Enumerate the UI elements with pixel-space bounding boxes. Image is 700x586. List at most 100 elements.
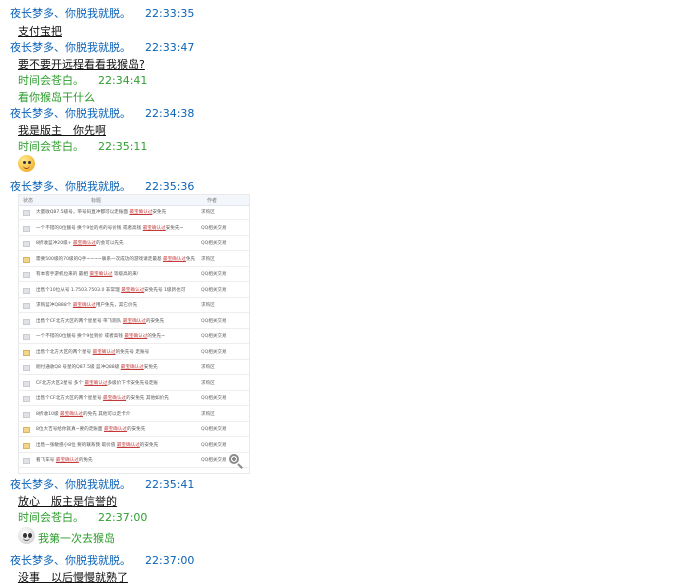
sender-name: 时间会苍白。 xyxy=(18,511,84,524)
smile-emoji-icon xyxy=(18,155,35,172)
row-author: 求购区 xyxy=(201,256,215,262)
sender-name: 夜长梦多、你脱我就脱。 xyxy=(10,478,131,491)
forum-row[interactable]: 一个不错的0位靓号 换个9位的点的号价钱 或者高钱 最宝确认过安免先~ QQ相关交… xyxy=(19,222,249,236)
forum-row[interactable]: CF北方大区2星号 多个 最宝确认过多级价下卡安免先号走账 求购区 xyxy=(19,377,249,391)
timestamp: 22:37:00 xyxy=(145,554,195,567)
row-title-link[interactable]: 最宝确认过 xyxy=(56,458,79,463)
row-title[interactable]: 有本客手游机位来的 最相 最宝确认过 等级高的来! xyxy=(36,271,196,277)
row-title-text: 的免先~ xyxy=(147,334,165,339)
row-status-icon xyxy=(23,287,30,294)
forum-row[interactable]: 8折收10级 最宝确认过的免先 其他可以走卡介 求购区 xyxy=(19,408,249,422)
row-author: QQ相关交易 xyxy=(201,458,227,463)
forum-row[interactable]: 8折收蓝冲20级+ 最宝确认过的会可以先先 QQ相关交易 xyxy=(19,237,249,251)
row-title[interactable]: 出售个CF北方大区的两个星星号 带飞跑队 最宝确认过的安免先 xyxy=(36,318,196,324)
row-status-icon xyxy=(23,272,30,278)
row-title[interactable]: 求购蓝冲Q888个 最宝确认过用户免先，其它价先 xyxy=(36,302,196,308)
row-title[interactable]: 8折收蓝冲20级+ 最宝确认过的会可以先先 xyxy=(36,240,196,246)
row-status-icon xyxy=(23,349,30,356)
row-status-icon xyxy=(23,458,30,464)
row-title-link[interactable]: 最宝确认过 xyxy=(84,381,107,386)
row-author: QQ相关交易 xyxy=(201,427,227,432)
forum-row[interactable]: 8位大吉号给你就真~要的走账面 最宝确认过的安免先 QQ相关交易 xyxy=(19,423,249,437)
timestamp: 22:35:41 xyxy=(145,478,195,491)
row-title[interactable]: 出售一张敏感小8位 要的联系我 取价值 最宝确认过的安免先 xyxy=(36,442,196,448)
row-status-icon xyxy=(23,396,30,402)
row-title-link[interactable]: 最宝确认过 xyxy=(60,412,83,417)
row-title-link[interactable]: 最宝确认过 xyxy=(93,350,116,355)
forum-row[interactable]: 出售个10位从号 1.7503.7503.0 非常理 最宝确认过安免先号 1级新… xyxy=(19,284,249,298)
row-author: QQ相关交易 xyxy=(201,318,227,324)
row-status-icon xyxy=(23,225,30,232)
forum-row[interactable]: 有本客手游机位来的 最相 最宝确认过 等级高的来! QQ相关交易 xyxy=(19,268,249,282)
row-title-link[interactable]: 最宝确认过 xyxy=(123,319,146,324)
message-header: 时间会苍白。 22:34:41 xyxy=(18,72,147,88)
row-title-text: 用户免先，其它价先 xyxy=(95,303,138,308)
row-status-icon xyxy=(23,334,30,340)
sender-name: 夜长梦多、你脱我就脱。 xyxy=(10,107,131,120)
row-status-icon xyxy=(23,427,30,433)
forum-row[interactable]: 刚付通收Q8 号星的Q87.5级 蓝冲Q88级 最宝确认过安免先 求购区 xyxy=(19,361,249,375)
message-header: 时间会苍白。 22:37:00 xyxy=(18,509,147,525)
row-title-link[interactable]: 最宝确认过 xyxy=(104,427,127,432)
row-title[interactable]: 一个不错的0位靓号 换个9位的点的号价钱 或者高钱 最宝确认过安免先~ xyxy=(36,225,196,231)
forum-row[interactable]: 出售个CF北方大区的两个星星号 最宝确认过的安免先 其他如价先 QQ相关交易 xyxy=(19,392,249,406)
message-header: 夜长梦多、你脱我就脱。 22:35:41 xyxy=(10,476,194,492)
message-header: 夜长梦多、你脱我就脱。 22:33:47 xyxy=(10,39,194,55)
row-title-link[interactable]: 最宝确认过 xyxy=(129,210,152,215)
row-title-text: 的安免先 xyxy=(145,318,165,324)
forum-row[interactable]: 出售个北方大区的两个星号 最宝确认过的免先号 走账号 QQ相关交易 xyxy=(19,346,249,360)
timestamp: 22:37:00 xyxy=(98,511,148,524)
message-header: 夜长梦多、你脱我就脱。 22:33:35 xyxy=(10,5,194,21)
row-title[interactable]: 出售个CF北方大区的两个星星号 最宝确认过的安免先 其他如价先 xyxy=(36,395,196,401)
sender-name: 夜长梦多、你脱我就脱。 xyxy=(10,554,131,567)
message-header: 时间会苍白。 22:35:11 xyxy=(18,138,147,154)
row-title-link[interactable]: 最宝确认过 xyxy=(163,257,186,262)
message-text: 我是版主 你先啊 xyxy=(18,124,106,137)
row-title-text: 一个不错的0位靓号 换个9位的点的号价钱 或者高钱 xyxy=(36,225,143,231)
row-title[interactable]: 大量收Q87.5级号，带号码直冲都可以走账面 最宝确认过安免先 xyxy=(36,209,196,215)
row-title[interactable]: 看飞车号 最宝确认过的免先 xyxy=(36,457,196,463)
message-text: 看你猴岛干什么 xyxy=(18,91,95,104)
row-title[interactable]: 出售个北方大区的两个星号 最宝确认过的免先号 走账号 xyxy=(36,349,196,355)
row-status-icon xyxy=(23,380,30,387)
forum-row[interactable]: 大量收Q87.5级号，带号码直冲都可以走账面 最宝确认过安免先 求购区 xyxy=(19,206,249,220)
forum-row[interactable]: 一个不错的0位靓号 换个9位到价 或者高钱 最宝确认过的免先~ QQ相关交易 xyxy=(19,330,249,344)
column-author: 作者 xyxy=(207,198,218,204)
row-author: 求购区 xyxy=(201,365,215,370)
row-title-text: 的免先 其他可以走卡介 xyxy=(83,411,131,417)
forum-row[interactable]: 需要500级的70级的Q手~~~~联系一次成功的游戏请走最基 最宝确认过免先 求购… xyxy=(19,253,249,267)
row-title[interactable]: 出售个10位从号 1.7503.7503.0 非常理 最宝确认过安免先号 1级新… xyxy=(36,287,196,293)
row-title-text: 一个不错的0位靓号 换个9位到价 或者高钱 xyxy=(36,334,125,339)
row-title-link[interactable]: 最宝确认过 xyxy=(117,443,140,448)
row-title-text: 多级价下卡安免先号走账 xyxy=(107,380,158,386)
row-author: QQ相关交易 xyxy=(201,287,227,293)
row-title-link[interactable]: 最宝确认过 xyxy=(73,241,96,246)
row-title-link[interactable]: 最宝确认过 xyxy=(143,226,166,231)
row-title-text: 安免先~ xyxy=(165,225,184,231)
row-title[interactable]: 8位大吉号给你就真~要的走账面 最宝确认过的安免先 xyxy=(36,426,196,432)
forum-row[interactable]: 出售个CF北方大区的两个星星号 带飞跑队 最宝确认过的安免先 QQ相关交易 xyxy=(19,315,249,329)
row-title-link[interactable]: 最宝确认过 xyxy=(73,303,96,308)
row-title[interactable]: 8折收10级 最宝确认过的免先 其他可以走卡介 xyxy=(36,411,196,417)
row-title[interactable]: 刚付通收Q8 号星的Q87.5级 蓝冲Q88级 最宝确认过安免先 xyxy=(36,364,196,370)
row-title-link[interactable]: 最宝确认过 xyxy=(121,365,144,370)
row-title-text: 大量收Q87.5级号，带号码直冲都可以走账面 xyxy=(36,210,130,215)
forum-row[interactable]: 求购蓝冲Q888个 最宝确认过用户免先，其它价先 求购区 xyxy=(19,299,249,313)
row-title-link[interactable]: 最宝确认过 xyxy=(124,334,147,339)
row-title-link[interactable]: 最宝确认过 xyxy=(89,272,112,277)
row-title-text: 出售个北方大区的两个星号 xyxy=(36,349,93,355)
row-title[interactable]: 需要500级的70级的Q手~~~~联系一次成功的游戏请走最基 最宝确认过免先 xyxy=(36,256,196,262)
forum-row[interactable]: 看飞车号 最宝确认过的免先 QQ相关交易 xyxy=(19,454,249,468)
row-status-icon xyxy=(23,303,30,309)
zoom-in-icon[interactable] xyxy=(229,454,243,469)
message-header: 夜长梦多、你脱我就脱。 22:37:00 xyxy=(10,552,194,568)
row-status-icon xyxy=(23,365,30,371)
row-title-link[interactable]: 最宝确认过 xyxy=(121,288,144,293)
row-title[interactable]: CF北方大区2星号 多个 最宝确认过多级价下卡安免先号走账 xyxy=(36,380,196,386)
timestamp: 22:35:11 xyxy=(98,140,148,153)
forum-row[interactable]: 出售一张敏感小8位 要的联系我 取价值 最宝确认过的安免先 QQ相关交易 xyxy=(19,439,249,453)
row-title-link[interactable]: 最宝确认过 xyxy=(103,396,126,401)
row-title[interactable]: 一个不错的0位靓号 换个9位到价 或者高钱 最宝确认过的免先~ xyxy=(36,333,196,339)
forum-screenshot-image[interactable]: 状态 标题 作者 大量收Q87.5级号，带号码直冲都可以走账面 最宝确认过安免先… xyxy=(18,194,250,474)
row-author: 求购区 xyxy=(201,303,215,308)
